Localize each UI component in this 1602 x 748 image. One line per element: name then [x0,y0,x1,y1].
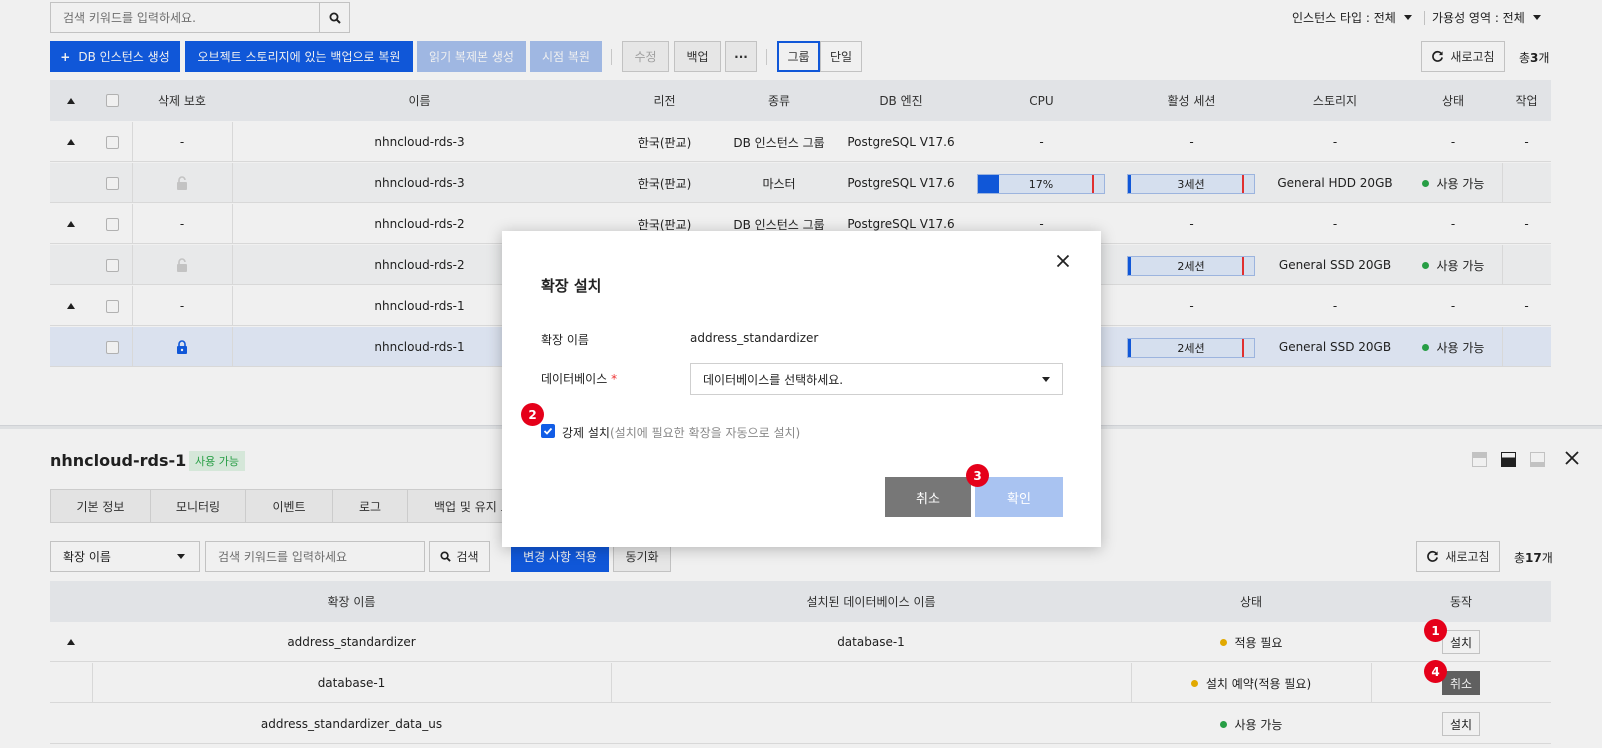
modal-cancel-button[interactable]: 취소 [885,477,971,517]
step-badge: 2 [521,403,544,426]
ext-name-value: address_standardizer [690,331,819,345]
db-label: 데이터베이스 * [541,372,618,386]
step-badge: 4 [1424,660,1447,683]
modal-title: 확장 설치 [541,277,602,295]
check-icon [543,427,553,435]
modal-confirm-button[interactable]: 확인 [975,477,1063,517]
force-install-label[interactable]: 강제 설치(설치에 필요한 확장을 자동으로 설치) [562,424,800,441]
force-install-checkbox[interactable] [541,424,555,438]
step-badge: 1 [1424,619,1447,642]
modal-close-icon[interactable] [1056,254,1070,268]
step-badge: 3 [966,464,989,487]
ext-name-label: 확장 이름 [541,333,589,347]
database-select[interactable]: 데이터베이스를 선택하세요. [690,363,1063,395]
install-extension-modal: 확장 설치 확장 이름 address_standardizer 데이터베이스 … [502,231,1101,547]
chevron-down-icon [1042,376,1050,382]
